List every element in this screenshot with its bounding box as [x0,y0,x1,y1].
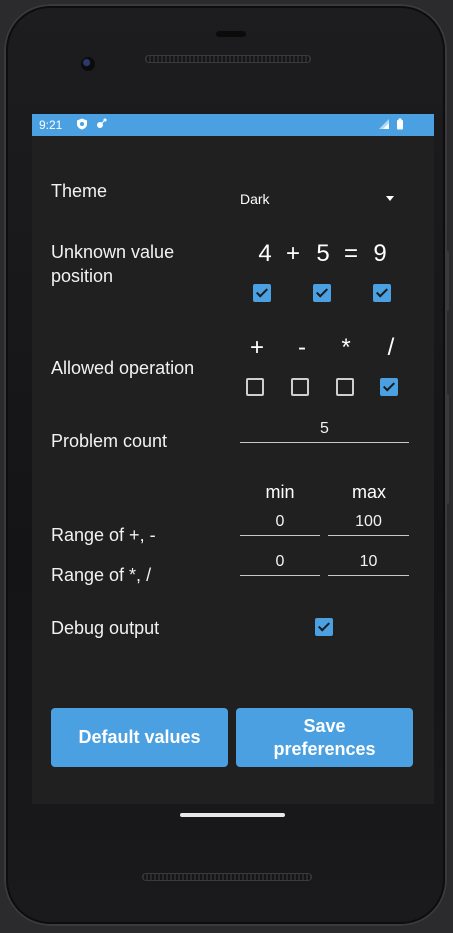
equation-operand-2: 5 [316,240,330,267]
unknown-position-result-checkbox[interactable] [373,284,391,302]
save-preferences-button[interactable]: Save preferences [236,708,413,767]
power-button [445,394,449,504]
range-min-header: min [265,482,295,502]
allowed-operation-label: Allowed operation [51,358,195,378]
theme-value: Dark [240,191,270,207]
battery-icon [397,118,403,130]
theme-label: Theme [51,181,108,201]
default-values-button[interactable]: Default values [51,708,228,767]
range-mul-div-label: Range of *, / [51,565,152,585]
shield-icon [77,118,87,130]
bottom-speaker-grille [142,873,312,881]
equation-result: 9 [373,240,387,267]
earpiece [216,31,246,37]
front-camera [81,57,95,71]
problem-count-label: Problem count [51,431,168,451]
range-max-header: max [351,482,386,502]
operation-add-checkbox[interactable] [246,378,264,396]
equation-operator: + [285,240,300,267]
operation-subtract-checkbox[interactable] [291,378,309,396]
debug-output-label: Debug output [51,618,160,638]
equation-equals: = [343,240,358,267]
operation-divide-checkbox[interactable] [380,378,398,396]
unknown-position-second-checkbox[interactable] [313,284,331,302]
range-add-sub-min-input[interactable]: 0 [240,511,320,536]
operation-multiply-label: * [341,334,351,361]
operation-multiply-checkbox[interactable] [336,378,354,396]
status-bar: 9:21 [32,114,434,136]
phone-frame: 9:21 Theme Dark Unknown value position 4… [4,4,449,926]
settings-screen: Theme Dark Unknown value position 4 + 5 … [32,136,434,804]
unknown-position-label: Unknown value position [51,242,175,286]
operation-subtract-label: - [298,334,306,361]
signal-icon [379,119,389,129]
theme-dropdown[interactable]: Dark [240,191,400,211]
range-mul-div-min-input[interactable]: 0 [240,551,320,576]
problem-count-input[interactable]: 5 [240,418,409,443]
unknown-position-first-checkbox[interactable] [253,284,271,302]
range-add-sub-label: Range of +, - [51,525,156,545]
range-mul-div-max-input[interactable]: 10 [328,551,409,576]
range-add-sub-max-input[interactable]: 100 [328,511,409,536]
operation-divide-label: / [387,334,395,361]
screen: 9:21 Theme Dark Unknown value position 4… [32,114,434,804]
equation-operand-1: 4 [258,240,272,267]
volume-button [445,251,449,311]
cast-icon [97,118,107,128]
dropdown-arrow-icon [386,196,394,201]
home-indicator[interactable] [180,813,285,817]
status-time: 9:21 [39,118,63,132]
debug-output-checkbox[interactable] [315,618,333,636]
top-speaker-grille [145,55,311,63]
operation-add-label: + [249,334,264,361]
